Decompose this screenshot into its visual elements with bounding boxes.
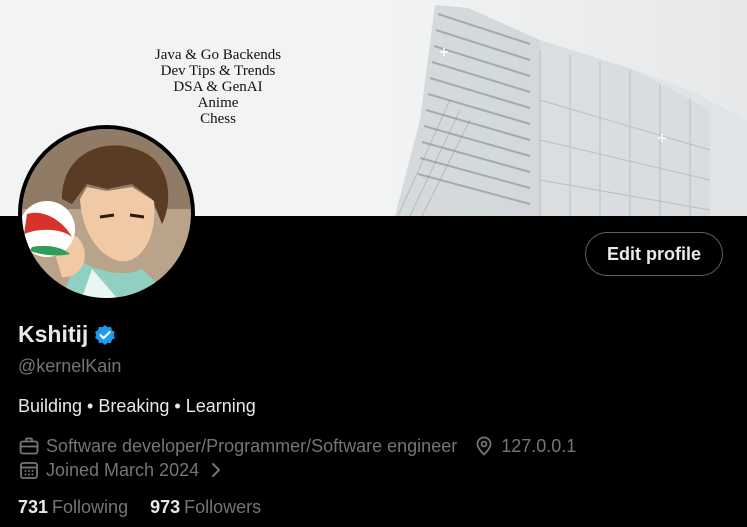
profession-text: Software developer/Programmer/Software e… [46,435,458,456]
following-count: 731 [18,497,49,517]
banner-line: Java & Go Backends [154,47,282,63]
briefcase-icon [19,437,39,455]
location: 127.0.0.1 [473,435,576,457]
building-illustration [390,0,747,216]
calendar-icon [20,462,38,479]
display-name: Kshitij [18,321,89,347]
edit-profile-button[interactable]: Edit profile [585,232,723,276]
avatar-image [22,129,191,298]
followers-label: Followers [184,497,262,517]
joined-date[interactable]: Joined March 2024 [18,459,227,481]
location-text: 127.0.0.1 [501,435,577,456]
following-label: Following [52,497,129,517]
avatar[interactable] [18,125,195,302]
banner-text: Java & Go Backends Dev Tips & Trends DSA… [118,47,318,127]
joined-text: Joined March 2024 [46,459,200,480]
joined-row[interactable]: Joined March 2024 [18,459,227,481]
banner-line: Anime [197,95,239,111]
verified-badge-icon[interactable] [94,324,116,346]
follow-stats: 731 Following 973 Followers [18,497,261,518]
profession: Software developer/Programmer/Software e… [18,435,457,457]
followers-link[interactable]: 973 Followers [150,497,261,518]
bio: Building • Breaking • Learning [18,396,256,416]
chevron-right-icon[interactable] [205,459,227,481]
banner-line: DSA & GenAI [173,79,263,95]
name-row: Kshitij [18,321,116,348]
followers-count: 973 [150,497,181,517]
handle: @kernelKain [18,356,122,376]
location-pin-icon [476,436,492,456]
banner-line: Dev Tips & Trends [160,63,276,79]
banner-line: Chess [200,111,236,127]
following-link[interactable]: 731 Following [18,497,128,518]
profile-meta-row: Software developer/Programmer/Software e… [18,435,576,457]
